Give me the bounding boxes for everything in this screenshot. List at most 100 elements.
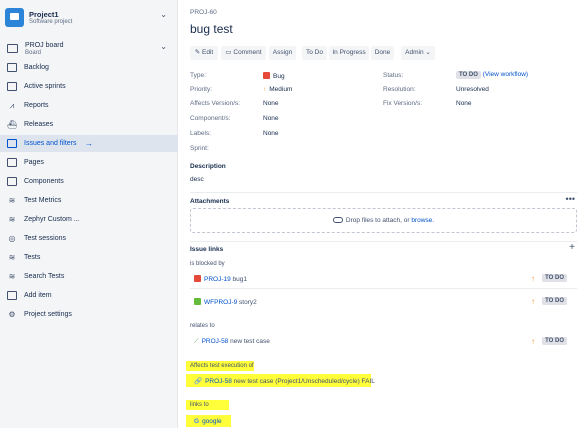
sidebar-item-components[interactable]: Components [0,173,178,190]
add-link-icon[interactable]: + [569,242,575,253]
sidebar-item-pages[interactable]: Pages [0,154,178,171]
sidebar-item-label: Backlog [24,64,49,71]
sidebar-item-active-sprints[interactable]: Active sprints [0,78,178,95]
sidebar-item-add-item[interactable]: Add item [0,287,178,304]
sidebar-item-backlog[interactable]: Backlog [0,59,178,76]
assign-button[interactable]: Assign [269,46,296,60]
sidebar-item-issues-and-filters[interactable]: Issues and filters → [0,135,178,152]
priority-medium-icon: ↑ [531,297,535,306]
ship-icon: ⛴ [7,120,18,129]
labels-label: Labels: [190,130,211,137]
sidebar-item-test-sessions[interactable]: ◎ Test sessions [0,230,178,247]
upload-cloud-icon [332,217,343,223]
issues-icon [7,139,17,148]
board-icon [7,44,18,53]
components-value: None [263,115,279,122]
type-label: Type: [190,72,206,79]
issue-link[interactable]: 🔗 PROJ-58 new test case (Project1/Unsched… [194,377,375,385]
link-summary: bug1 [232,276,248,283]
bug-icon [194,275,201,282]
issue-link[interactable]: PROJ-19 bug1 [194,275,247,283]
in-progress-button[interactable]: In Progress [329,46,369,60]
relation-links-to: links to [190,402,209,408]
edit-button[interactable]: ✎ Edit [190,46,218,60]
affects-version-label: Affects Version/s: [190,100,241,107]
sidebar-item-label: Reports [24,102,49,109]
story-icon [194,298,201,305]
board-selector[interactable]: PROJ board Board ⌄ [5,42,173,58]
more-options-icon[interactable]: ••• [566,194,575,204]
link-icon: 🔗 [194,378,203,385]
attachment-dropzone[interactable]: Drop files to attach, or browse. [190,208,577,233]
sprint-label: Sprint: [190,145,209,152]
components-icon [7,177,17,186]
zephyr-icon: ≋ [8,215,16,224]
session-icon: ◎ [8,234,16,243]
sidebar-item-project-settings[interactable]: ⚙ Project settings [0,306,178,323]
link-key: PROJ-58 [205,378,232,385]
issue-link[interactable]: ⟋ PROJ-58 new test case [194,338,270,346]
link-key: WFPROJ-9 [204,299,238,306]
sidebar-item-test-metrics[interactable]: ≋ Test Metrics [0,192,178,209]
link-summary: story2 [239,299,257,306]
done-button[interactable]: Done [371,46,394,60]
components-label: Component/s: [190,115,231,122]
arrow-right-icon: → [85,139,93,148]
sidebar-item-releases[interactable]: ⛴ Releases [0,116,178,133]
sidebar-item-label: Test Metrics [24,197,62,204]
sidebar-item-tests[interactable]: ≋ Tests [0,249,178,266]
admin-label: Admin [405,49,424,56]
project-header[interactable]: Project1 Software project ⌄ [5,8,173,30]
todo-button[interactable]: To Do [302,46,327,60]
fix-version-label: Fix Version/s: [383,100,423,107]
issue-link-row[interactable]: 🔗 PROJ-58 new test case (Project1/Unsched… [190,374,577,388]
divider [190,241,577,242]
issue-link-row[interactable]: PROJ-19 bug1 ↑ TO DO [190,272,577,286]
sidebar-item-search-tests[interactable]: ≋ Search Tests [0,268,178,285]
page-icon [7,158,17,167]
board-name: PROJ board [25,42,64,49]
divider [190,288,577,289]
issue-link[interactable]: WFPROJ-9 story2 [194,298,257,306]
comment-label: Comment [233,49,262,56]
issue-key-breadcrumb[interactable]: PROJ-60 [190,9,217,16]
sidebar-item-label: Pages [24,159,44,166]
divider [190,192,577,193]
labels-value: None [263,130,279,137]
web-link-text: google [202,418,222,425]
sidebar-item-label: Project settings [24,311,72,318]
zephyr-icon: ≋ [8,196,16,205]
sidebar-item-zephyr-custom[interactable]: ≋ Zephyr Custom ... [0,211,178,228]
priority-medium-icon: ↑ [263,86,267,93]
sidebar-item-label: Test sessions [24,235,67,242]
zephyr-icon: ≋ [8,253,16,262]
link-summary: new test case (Project1/Unscheduled/cycl… [233,378,375,385]
status-label: Status: [383,72,404,79]
chevron-down-icon[interactable]: ⌄ [160,42,167,51]
chevron-down-icon[interactable]: ⌄ [160,10,167,19]
link-key: PROJ-58 [201,338,229,345]
browse-link[interactable]: browse. [411,217,434,224]
comment-button[interactable]: ▭ Comment [221,46,266,60]
chart-icon: ⩘ [9,101,15,110]
google-icon: G [194,418,200,425]
project-avatar [5,8,24,27]
sprint-icon [7,82,17,91]
add-icon [7,291,17,300]
attachments-heading: Attachments [190,198,230,205]
admin-button[interactable]: Admin ⌄ [401,46,435,60]
view-workflow-link[interactable]: (View workflow) [483,71,528,78]
issue-link-row[interactable]: WFPROJ-9 story2 ↑ TO DO [190,295,577,309]
edit-label: Edit [202,49,214,56]
sidebar-item-label: Components [24,178,64,185]
web-link[interactable]: Ggoogle [194,418,222,425]
description-text[interactable]: desc [190,176,204,183]
sidebar-item-reports[interactable]: ⩘ Reports [0,97,178,114]
resolution-value: Unresolved [456,86,489,93]
priority-medium-icon: ↑ [531,274,535,283]
issue-link-row[interactable]: ⟋ PROJ-58 new test case ↑ TO DO [190,335,577,349]
test-icon: ⟋ [194,338,199,345]
web-link-row[interactable]: Ggoogle [190,415,577,428]
issue-title[interactable]: bug test [190,22,233,36]
status-lozenge: TO DO [542,297,567,305]
